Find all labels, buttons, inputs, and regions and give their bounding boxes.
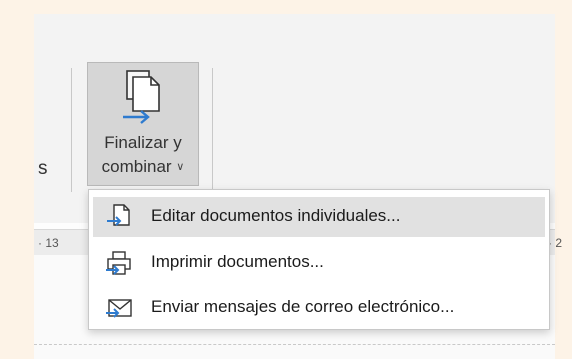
chevron-down-icon: ∨ [176, 161, 185, 173]
menu-item-send-email[interactable]: Enviar mensajes de correo electrónico... [93, 288, 545, 328]
menu-item-label: Enviar mensajes de correo electrónico... [151, 297, 455, 316]
printer-icon [105, 249, 133, 282]
menu-item-label: Imprimir documentos... [151, 252, 324, 271]
ribbon-separator [212, 68, 213, 192]
finish-button-label-text: combinar [101, 157, 172, 176]
menu-item-label: Editar documentos individuales... [151, 206, 401, 225]
finish-and-merge-button[interactable]: Finalizar y combinar ∨ [87, 62, 199, 186]
page-boundary-line [34, 344, 555, 345]
menu-item-edit-individual-documents[interactable]: Editar documentos individuales... [93, 197, 545, 237]
email-icon [105, 294, 133, 327]
ruler-number-right: · 2 [548, 236, 563, 250]
finish-merge-icon [121, 69, 165, 132]
edit-documents-icon [105, 203, 133, 236]
finish-merge-dropdown-menu: Editar documentos individuales... Imprim… [88, 189, 550, 330]
ruler-number: · 13 [38, 236, 59, 250]
partial-ribbon-label: s [38, 158, 48, 179]
finish-button-label-line1: Finalizar y [104, 133, 182, 152]
menu-item-print-documents[interactable]: Imprimir documentos... [93, 243, 545, 283]
ribbon-separator [71, 68, 72, 192]
finish-button-label-line2: combinar ∨ [88, 155, 198, 179]
